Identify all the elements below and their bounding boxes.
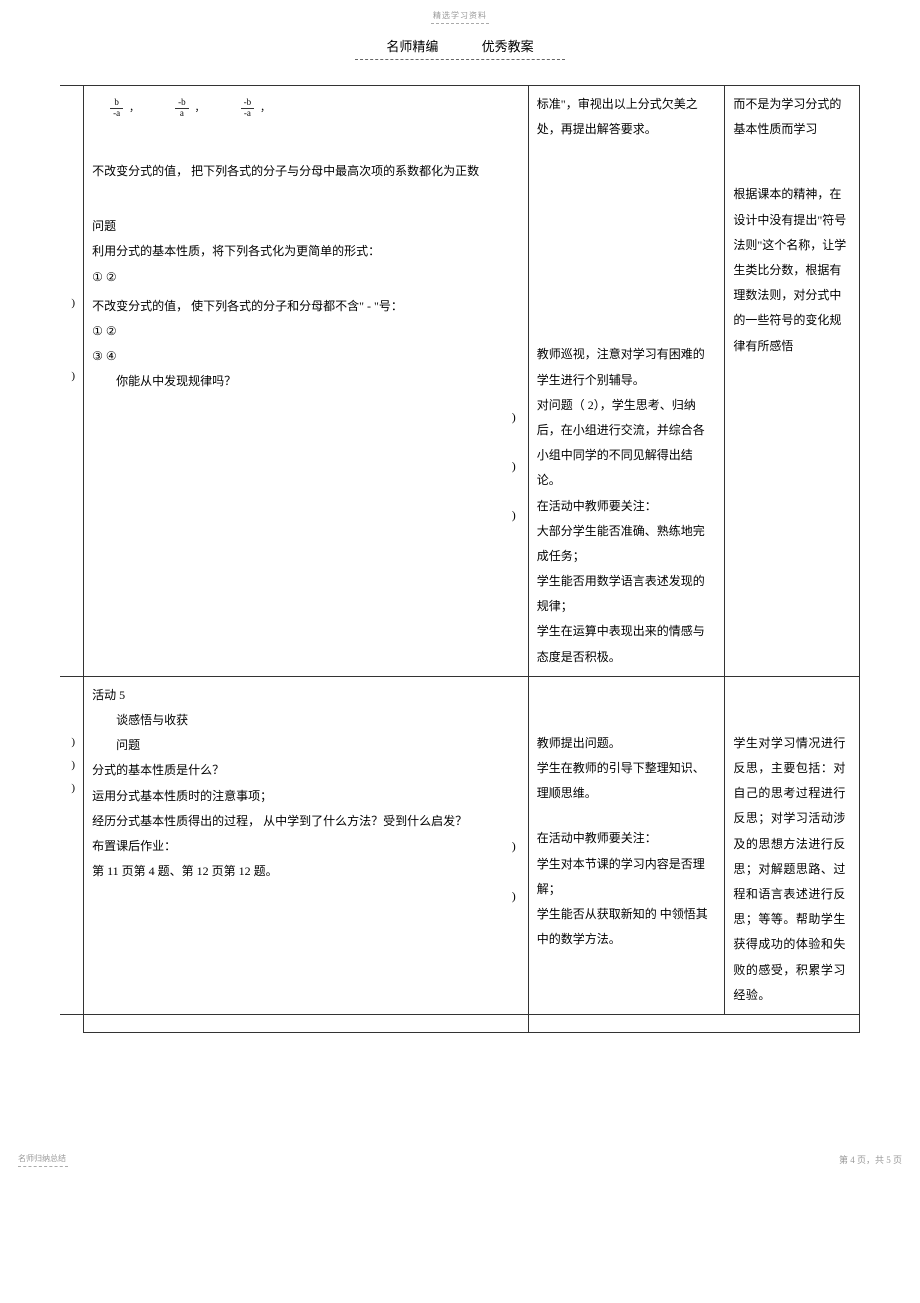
row1-markers: ) ) <box>60 86 84 677</box>
marker-paren: ) <box>68 777 75 800</box>
paren-marker: ) <box>512 884 516 909</box>
activity-title: 活动 5 <box>92 683 520 708</box>
row1-activity: b-a ， -ba ， -b-a ， 不改变分式的值， 把下列各式的分子与分母中… <box>84 86 529 677</box>
text-line: 学生能否用数学语言表述发现的规律； <box>537 569 717 619</box>
frac-num: -b <box>241 98 255 108</box>
lesson-plan-table: ) ) b-a ， -ba ， -b-a ， 不改变分式的值， 把 <box>60 85 860 1033</box>
row1-teacher-notes: 标准"，审视出以上分式欠美之处，再提出解答要求。 教师巡视，注意对学习有困难的学… <box>528 86 725 677</box>
text-line: 经历分式基本性质得出的过程， 从中学到了什么方法？受到什么启发？ <box>92 809 520 834</box>
empty-cell <box>60 1014 84 1032</box>
text-line: ③ ④ <box>92 344 520 369</box>
frac-num: b <box>111 98 122 108</box>
frac-num: -b <box>175 98 189 108</box>
text-line: ① ② <box>92 265 520 290</box>
marker-paren: ) <box>68 365 75 388</box>
page-footer: 名师归纳总结 第 4 页，共 5 页 <box>0 1153 920 1177</box>
footer-left-text: 名师归纳总结 <box>18 1153 68 1164</box>
text-line: 教师巡视，注意对学习有困难的学生进行个别辅导。 <box>537 342 717 392</box>
text-line: 教师提出问题。 <box>537 731 717 756</box>
text-line: 不改变分式的值， 使下列各式的分子和分母都不含" - "号： <box>92 294 520 319</box>
row2-markers: ) ) ) <box>60 676 84 1014</box>
text-line: 大部分学生能否准确、熟练地完成任务； <box>537 519 717 569</box>
header-right-text: 优秀教案 <box>482 36 534 55</box>
text-line: 学生在教师的引导下整理知识、理顺思维。 <box>537 756 717 806</box>
comma: ， <box>195 98 205 119</box>
text-line: 不改变分式的值， 把下列各式的分子与分母中最高次项的系数都化为正数 <box>92 159 520 184</box>
frac-den: -a <box>110 109 123 119</box>
text-line: 在活动中教师要关注： <box>537 826 717 851</box>
text-line: 学生对学习情况进行反思，主要包括：对自己的思考过程进行反思；对学习活动涉及的思想… <box>733 731 851 1008</box>
fraction-3: -b-a ， <box>241 98 271 119</box>
top-divider <box>431 23 489 24</box>
footer-page-number: 第 4 页，共 5 页 <box>839 1153 902 1166</box>
top-watermark: 精选学习资料 <box>0 10 920 21</box>
page-header: 名师精编 优秀教案 <box>0 36 920 55</box>
text-line: 标准"，审视出以上分式欠美之处，再提出解答要求。 <box>537 92 717 142</box>
footer-divider <box>18 1166 68 1167</box>
text-line: 第 11 页第 4 题、第 12 页第 12 题。 <box>92 859 520 884</box>
marker-paren: ) <box>68 731 75 754</box>
row2-rationale: 学生对学习情况进行反思，主要包括：对自己的思考过程进行反思；对学习活动涉及的思想… <box>725 676 860 1014</box>
text-line: 学生能否从获取新知的 中领悟其中的数学方法。 <box>537 902 717 952</box>
frac-den: a <box>177 109 187 119</box>
text-line: 你能从中发现规律吗？ <box>92 369 520 394</box>
text-line: 而不是为学习分式的基本性质而学习 <box>733 92 851 142</box>
row1-rationale: 而不是为学习分式的基本性质而学习 根据课本的精神，在设计中没有提出"符号法则"这… <box>725 86 860 677</box>
text-line: 在活动中教师要关注： <box>537 494 717 519</box>
marker-paren: ) <box>68 754 75 777</box>
text-line: 学生对本节课的学习内容是否理解； <box>537 852 717 902</box>
comma: ， <box>260 98 270 119</box>
fraction-1: b-a ， <box>110 98 139 119</box>
text-line: 分式的基本性质是什么？ <box>92 758 520 783</box>
text-line: 运用分式基本性质时的注意事项； <box>92 784 520 809</box>
paren-marker: ) <box>512 503 516 528</box>
row2-teacher-notes: 教师提出问题。 学生在教师的引导下整理知识、理顺思维。 在活动中教师要关注： 学… <box>528 676 725 1014</box>
empty-cell <box>84 1014 529 1032</box>
paren-marker: ) <box>512 405 516 430</box>
text-line: 学生在运算中表现出来的情感与态度是否积极。 <box>537 619 717 669</box>
activity-subtitle: 谈感悟与收获 <box>92 708 520 733</box>
text-line: ① ② <box>92 319 520 344</box>
empty-cell <box>528 1014 859 1032</box>
comma: ， <box>129 98 139 119</box>
text-line: 利用分式的基本性质，将下列各式化为更简单的形式： <box>92 239 520 264</box>
header-divider <box>355 59 565 60</box>
footer-left: 名师归纳总结 <box>18 1153 68 1167</box>
fraction-2: -ba ， <box>175 98 205 119</box>
paren-marker: ) <box>512 454 516 479</box>
text-line: 布置课后作业：) <box>92 834 520 859</box>
text-line: 对问题（ 2），学生思考、归纳后，在小组进行交流，并综合各小组中同学的不同见解得… <box>537 393 717 494</box>
fraction-row: b-a ， -ba ， -b-a ， <box>92 92 520 139</box>
marker-paren: ) <box>68 292 75 315</box>
frac-den: -a <box>241 109 254 119</box>
header-left-text: 名师精编 <box>386 36 438 55</box>
text-question-label: 问题 <box>92 214 520 239</box>
text-question-label: 问题 <box>92 733 520 758</box>
text-line: 根据课本的精神，在设计中没有提出"符号法则"这个名称，让学生类比分数，根据有理数… <box>733 182 851 358</box>
row2-activity: 活动 5 谈感悟与收获 问题 分式的基本性质是什么？ 运用分式基本性质时的注意事… <box>84 676 529 1014</box>
